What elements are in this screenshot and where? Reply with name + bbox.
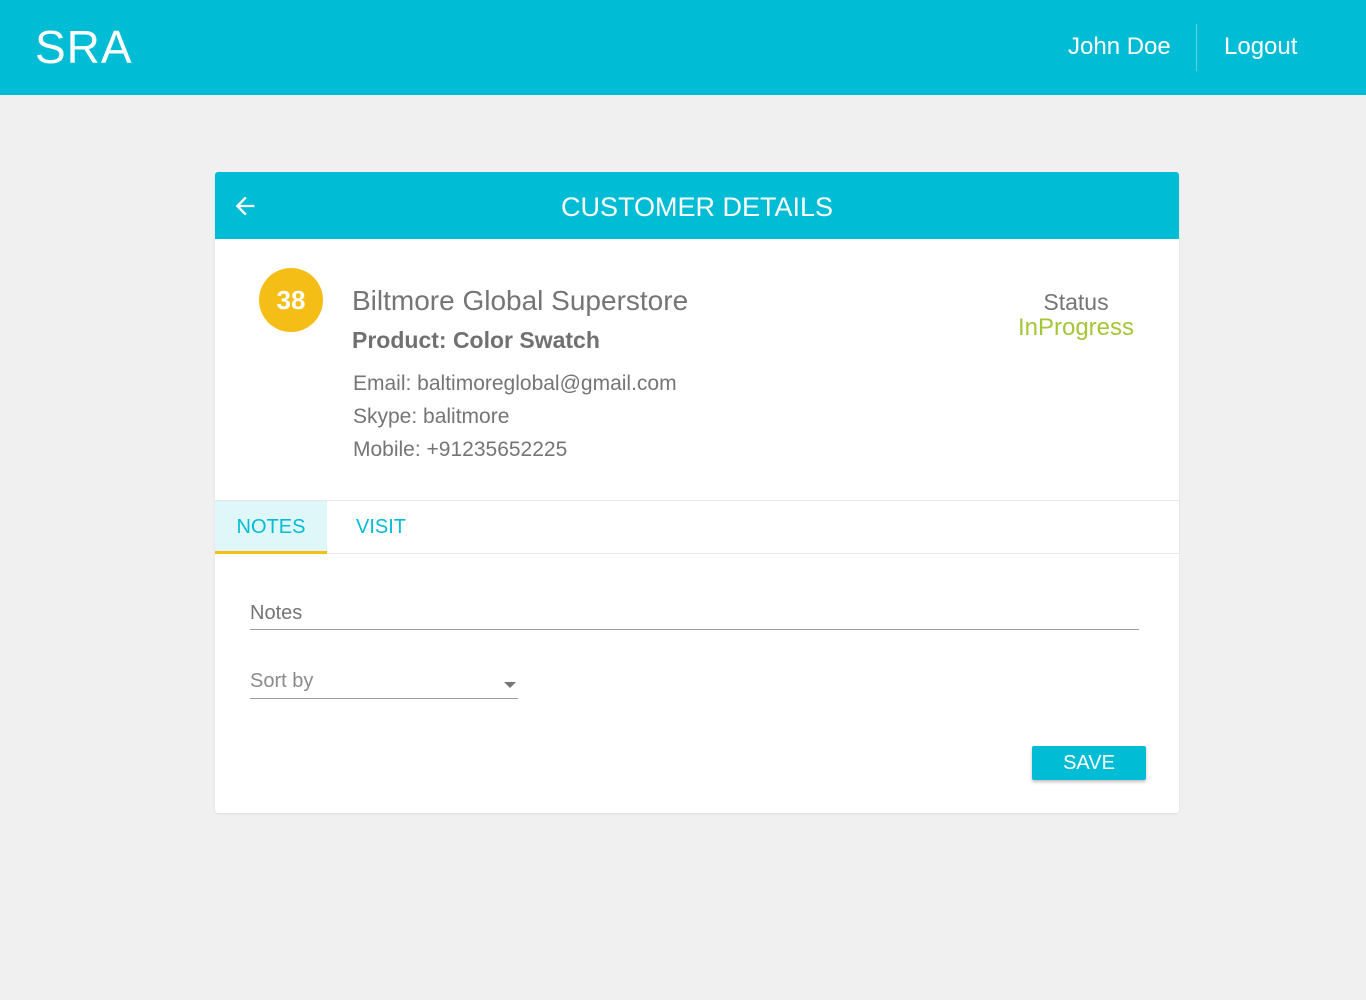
product-name: Product: Color Swatch xyxy=(352,327,600,353)
tab-notes[interactable]: NOTES xyxy=(215,501,327,554)
card-header: CUSTOMER DETAILS xyxy=(215,172,1179,239)
sort-by-label: Sort by xyxy=(250,670,314,692)
contact-skype: Skype: balitmore xyxy=(353,405,510,428)
top-app-bar: SRA John Doe Logout xyxy=(0,0,1366,95)
chevron-down-icon xyxy=(504,682,516,688)
rank-badge: 38 xyxy=(259,268,323,332)
card-title: CUSTOMER DETAILS xyxy=(560,192,834,222)
tab-bar: NOTES VISIT xyxy=(215,500,1180,554)
status-value: InProgress xyxy=(1017,314,1135,341)
customer-details-card: CUSTOMER DETAILS 38 Biltmore Global Supe… xyxy=(215,172,1180,813)
logout-link[interactable]: Logout xyxy=(1224,31,1297,63)
contact-mobile: Mobile: +91235652225 xyxy=(353,438,568,461)
user-name[interactable]: John Doe xyxy=(1068,31,1171,63)
company-name: Biltmore Global Superstore xyxy=(352,285,689,316)
tab-visit[interactable]: VISIT xyxy=(327,501,435,554)
nav-divider xyxy=(1196,24,1197,71)
app-logo[interactable]: SRA xyxy=(35,22,133,72)
sort-by-select[interactable]: Sort by xyxy=(250,666,518,699)
notes-input[interactable] xyxy=(250,598,1139,630)
status-label: Status xyxy=(1043,289,1109,315)
contact-email: Email: baltimoreglobal@gmail.com xyxy=(353,372,677,395)
save-button[interactable]: SAVE xyxy=(1032,746,1146,780)
